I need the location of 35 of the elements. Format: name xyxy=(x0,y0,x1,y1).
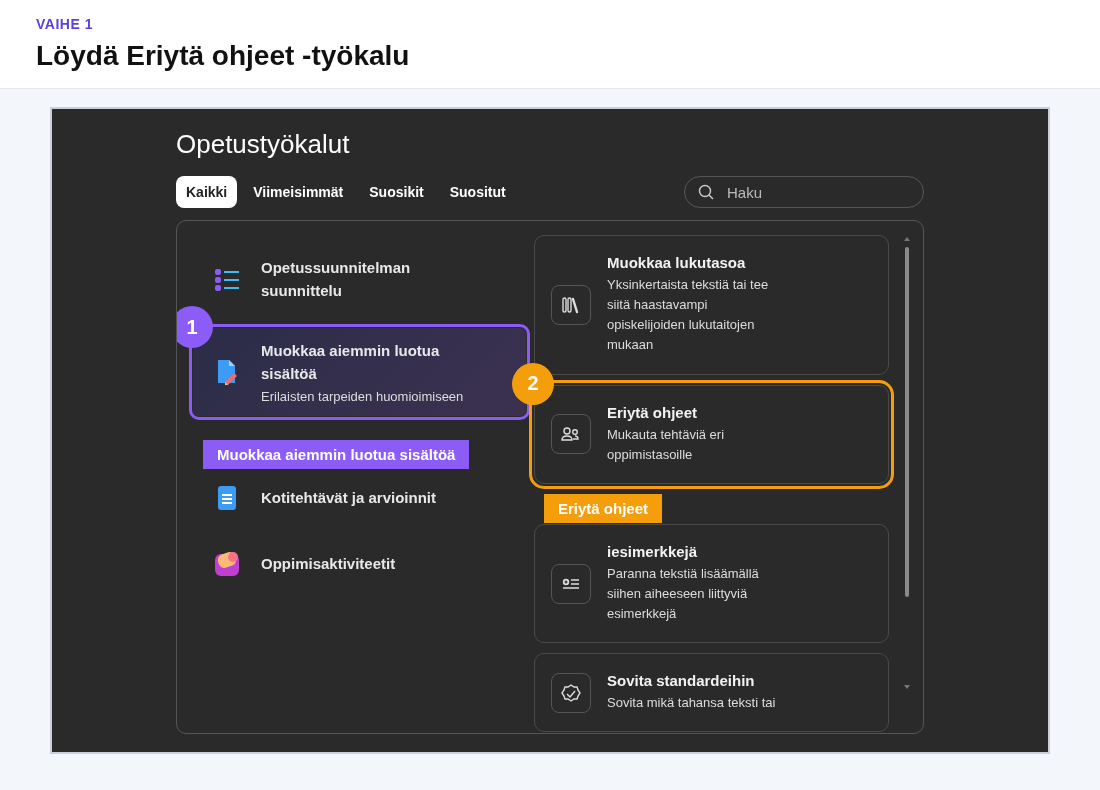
category-title: Kotitehtävät ja arvioinnit xyxy=(261,487,437,508)
tool-card[interactable]: iesimerkkejä Paranna tekstiä lisäämällä siihen aiheeseen liittyviä esimerkkejä xyxy=(534,523,889,644)
category-subtitle: Erilaisten tarpeiden huomioimiseen xyxy=(261,389,465,404)
category-title: Oppimisaktiviteetit xyxy=(261,553,396,574)
tool-title: Eriytä ohjeet xyxy=(607,403,699,421)
books-icon xyxy=(551,284,591,325)
category-item[interactable]: Oppimisaktiviteetit xyxy=(193,538,526,590)
tool-description: Yksinkertaista tekstiä tai tee siitä haastavampi opiskelijoiden lukutaitojen mukaan xyxy=(607,276,770,355)
category-title: Opetussuunnitelman suunnittelu xyxy=(261,258,412,301)
tool-title: Sovita standardeihin xyxy=(607,672,756,690)
activity-icon xyxy=(213,550,241,578)
callout-label: Eriytä ohjeet xyxy=(544,493,663,523)
step-number-badge: 2 xyxy=(512,362,554,405)
tool-description: Sovita mikä tahansa teksti tai xyxy=(607,694,777,713)
callout-label: Muokkaa aiemmin luotua sisältöä xyxy=(203,440,470,469)
step-title: Löydä Eriytä ohjeet -työkalu xyxy=(36,40,411,72)
filter-tab[interactable]: Kaikki xyxy=(176,176,238,208)
tool-card[interactable]: Sovita standardeihin Sovita mikä tahansa teksti tai xyxy=(534,653,889,733)
tool-description: Mukauta tehtäviä eri oppimistasoille xyxy=(607,425,726,464)
filter-tab[interactable]: Suositut xyxy=(439,176,516,208)
category-title: Muokkaa aiemmin luotua sisältöä xyxy=(261,341,441,384)
filter-tab[interactable]: Viimeisimmät xyxy=(243,176,354,208)
people-icon xyxy=(551,414,591,455)
step-number-badge: 1 xyxy=(177,306,213,348)
filter-tab[interactable]: Suosikit xyxy=(359,176,434,208)
step-label: VAIHE 1 xyxy=(36,16,94,32)
add-list-icon xyxy=(551,563,591,604)
category-item[interactable]: Kotitehtävät ja arvioinnit xyxy=(193,472,526,524)
app-title: Opetustyökalut xyxy=(176,129,351,160)
search-icon xyxy=(697,183,715,201)
tool-title: iesimerkkejä xyxy=(607,542,699,560)
badge-check-icon xyxy=(551,672,591,713)
tool-description: Paranna tekstiä lisäämällä siihen aiheeseen liittyviä esimerkkejä xyxy=(607,564,760,624)
tool-title: Muokkaa lukutasoa xyxy=(607,254,747,271)
search-field[interactable]: Haku xyxy=(684,176,924,208)
